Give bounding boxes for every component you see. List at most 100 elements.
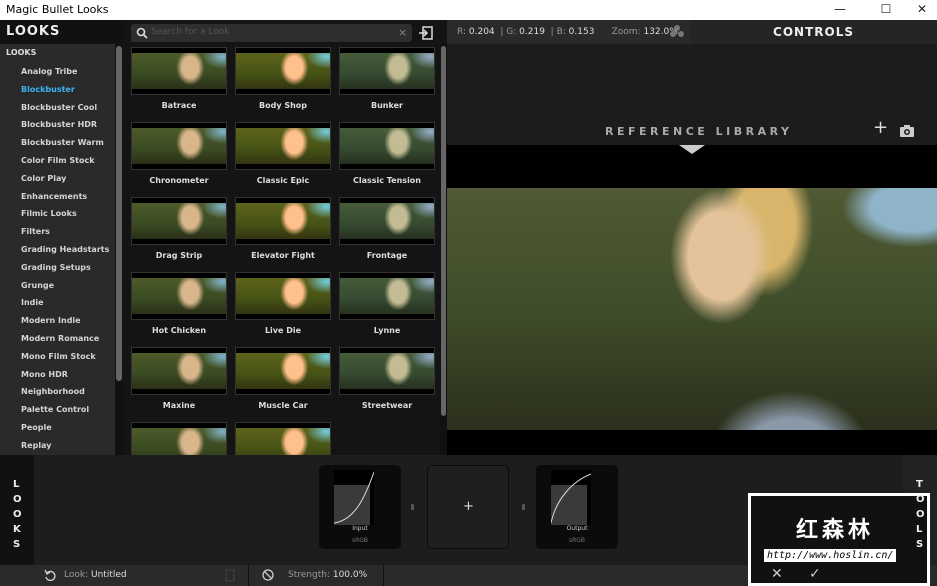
maximize-button[interactable]: ☐ bbox=[876, 2, 896, 16]
look-thumbnail[interactable] bbox=[235, 122, 331, 170]
look-thumbnail[interactable] bbox=[339, 47, 435, 95]
sidebar-item[interactable]: Color Play bbox=[21, 174, 66, 183]
looks-tab[interactable]: LOOKS bbox=[0, 455, 34, 565]
sidebar-item[interactable]: Filmic Looks bbox=[21, 209, 77, 218]
sidebar-item[interactable]: Neighborhood bbox=[21, 387, 85, 396]
look-label[interactable]: Elevator Fight bbox=[235, 251, 331, 260]
look-label[interactable]: Maxine bbox=[131, 401, 227, 410]
import-look-icon[interactable] bbox=[419, 26, 433, 40]
sidebar-section-label: LOOKS bbox=[6, 48, 37, 57]
look-preview-image bbox=[132, 128, 226, 164]
look-preview-image bbox=[132, 203, 226, 239]
looks-category-sidebar: LOOKS LOOKS Analog Tribe Blockbuster Block… bbox=[0, 20, 123, 455]
look-preview-image bbox=[236, 203, 330, 239]
look-thumbnail[interactable] bbox=[339, 347, 435, 395]
grid-scroll-thumb[interactable] bbox=[441, 46, 446, 416]
look-thumbnail[interactable] bbox=[235, 347, 331, 395]
look-label[interactable]: Streetwear bbox=[339, 401, 435, 410]
sidebar-item[interactable]: Modern Indie bbox=[21, 316, 81, 325]
zoom-options-icon[interactable] bbox=[669, 24, 685, 40]
output-curve-icon bbox=[551, 470, 591, 525]
look-label[interactable]: Lynne bbox=[339, 326, 435, 335]
grid-scrollbar[interactable] bbox=[440, 44, 447, 455]
strength[interactable]: Strength: 100.0% bbox=[288, 570, 367, 580]
look-thumbnail[interactable] bbox=[131, 347, 227, 395]
look-label[interactable]: Muscle Car bbox=[235, 401, 331, 410]
sidebar-item[interactable]: Indie bbox=[21, 298, 44, 307]
watermark-text: 红森林 bbox=[796, 518, 875, 543]
look-preview-image bbox=[236, 53, 330, 89]
sidebar-item[interactable]: Grunge bbox=[21, 281, 54, 290]
sidebar-item[interactable]: Grading Setups bbox=[21, 263, 91, 272]
sidebar-item[interactable]: Filters bbox=[21, 227, 50, 236]
save-look-icon[interactable] bbox=[225, 569, 235, 582]
sidebar-item[interactable]: Analog Tribe bbox=[21, 67, 77, 76]
look-label[interactable]: Body Shop bbox=[235, 101, 331, 110]
sidebar-item[interactable]: People bbox=[21, 423, 52, 432]
sidebar-item[interactable]: Grading Headstarts bbox=[21, 245, 109, 254]
look-preview-image bbox=[340, 353, 434, 389]
look-label[interactable]: Hot Chicken bbox=[131, 326, 227, 335]
sidebar-item[interactable]: Palette Control bbox=[21, 405, 89, 414]
look-thumbnail[interactable] bbox=[235, 47, 331, 95]
look-thumbnail[interactable] bbox=[235, 197, 331, 245]
sidebar-scrollbar[interactable] bbox=[115, 44, 123, 455]
sidebar-item[interactable]: Blockbuster Warm bbox=[21, 138, 104, 147]
output-tool-card[interactable]: Output sRGB bbox=[536, 465, 618, 549]
look-label[interactable]: Frontage bbox=[339, 251, 435, 260]
collapse-arrow-icon[interactable] bbox=[679, 145, 705, 154]
look-label[interactable]: Batrace bbox=[131, 101, 227, 110]
look-label[interactable]: Chronometer bbox=[131, 176, 227, 185]
look-thumbnail[interactable] bbox=[131, 197, 227, 245]
sidebar-item[interactable]: Blockbuster Cool bbox=[21, 103, 97, 112]
look-label[interactable]: Classic Epic bbox=[235, 176, 331, 185]
watermark: 红森林 http://www.hoslin.cn/ ✕ ✓ bbox=[748, 493, 930, 586]
look-label[interactable]: Classic Tension bbox=[339, 176, 435, 185]
look-thumbnail[interactable] bbox=[339, 272, 435, 320]
look-thumbnail[interactable] bbox=[131, 47, 227, 95]
camera-icon[interactable] bbox=[900, 125, 914, 137]
look-thumbnail[interactable] bbox=[339, 122, 435, 170]
look-label[interactable]: Live Die bbox=[235, 326, 331, 335]
confirm-icon[interactable]: ✓ bbox=[809, 566, 821, 582]
sidebar-item[interactable]: Enhancements bbox=[21, 192, 87, 201]
controls-header[interactable]: CONTROLS bbox=[690, 20, 937, 44]
minimize-button[interactable]: — bbox=[830, 2, 850, 16]
bypass-icon[interactable] bbox=[262, 569, 274, 581]
sidebar-item[interactable]: Mono Film Stock bbox=[21, 352, 96, 361]
watermark-url: http://www.hoslin.cn/ bbox=[764, 549, 897, 562]
sidebar-item[interactable]: Blockbuster HDR bbox=[21, 120, 97, 129]
reset-icon[interactable] bbox=[44, 569, 56, 581]
look-thumbnail[interactable] bbox=[339, 197, 435, 245]
window-title: Magic Bullet Looks bbox=[6, 3, 109, 16]
look-thumbnail[interactable] bbox=[131, 122, 227, 170]
g-value: 0.219 bbox=[519, 27, 545, 37]
search-icon bbox=[136, 27, 148, 39]
look-label[interactable]: Drag Strip bbox=[131, 251, 227, 260]
clear-search-icon[interactable]: × bbox=[398, 26, 407, 39]
sidebar-item[interactable]: Modern Romance bbox=[21, 334, 99, 343]
look-preview-image bbox=[132, 353, 226, 389]
image-viewer[interactable] bbox=[447, 145, 937, 455]
strength-label: Strength: bbox=[288, 570, 330, 580]
look-label[interactable]: Bunker bbox=[339, 101, 435, 110]
look-thumbnail[interactable] bbox=[131, 272, 227, 320]
tools-tab-label[interactable]: TOOLS bbox=[916, 477, 925, 552]
search-input[interactable]: Search for a Look × bbox=[131, 24, 412, 42]
sidebar-item[interactable]: Mono HDR bbox=[21, 370, 68, 379]
look-label: Look: bbox=[64, 570, 89, 580]
sidebar-item[interactable]: Blockbuster bbox=[21, 85, 75, 94]
input-colorspace: sRGB bbox=[351, 537, 369, 544]
sidebar-item[interactable]: Color Film Stock bbox=[21, 156, 95, 165]
b-label: B: bbox=[556, 27, 566, 37]
add-tool-button[interactable]: + bbox=[427, 465, 509, 549]
sidebar-scroll-thumb[interactable] bbox=[116, 46, 122, 381]
input-tool-card[interactable]: Input sRGB bbox=[319, 465, 401, 549]
cancel-icon[interactable]: ✕ bbox=[771, 566, 783, 582]
sidebar-item[interactable]: Replay bbox=[21, 441, 51, 450]
add-reference-icon[interactable]: + bbox=[873, 117, 888, 138]
close-button[interactable]: ✕ bbox=[912, 2, 932, 16]
chain-connector bbox=[411, 504, 414, 510]
look-thumbnail[interactable] bbox=[235, 272, 331, 320]
look-preview-image bbox=[132, 53, 226, 89]
